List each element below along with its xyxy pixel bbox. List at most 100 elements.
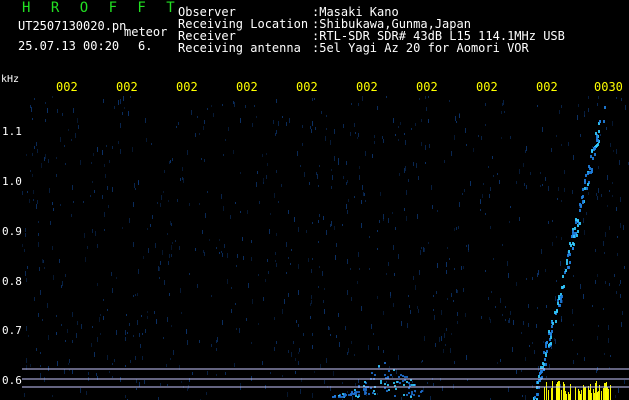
echo-point xyxy=(411,391,413,393)
noise-speck xyxy=(429,144,430,148)
noise-speck xyxy=(222,253,223,257)
burst-line xyxy=(590,388,591,400)
noise-speck xyxy=(597,336,598,340)
y-tick-label: 1.0 xyxy=(2,175,22,188)
noise-speck xyxy=(120,149,121,154)
noise-speck xyxy=(418,309,419,313)
noise-speck xyxy=(331,186,332,189)
noise-speck xyxy=(26,278,27,282)
noise-speck xyxy=(91,162,92,164)
noise-speck xyxy=(447,247,448,249)
antenna-value: :5el Yagi Az 20 for Aomori VOR xyxy=(312,41,529,55)
noise-speck xyxy=(347,391,348,393)
noise-speck xyxy=(240,211,241,213)
noise-speck xyxy=(579,206,580,208)
noise-speck xyxy=(480,209,481,211)
noise-speck xyxy=(206,392,207,395)
noise-speck xyxy=(421,247,422,249)
noise-speck xyxy=(347,259,348,264)
noise-speck xyxy=(396,369,397,374)
noise-speck xyxy=(526,146,527,151)
noise-speck xyxy=(33,199,34,201)
noise-speck xyxy=(509,318,510,323)
noise-speck xyxy=(388,262,389,266)
noise-speck xyxy=(96,373,97,376)
noise-speck xyxy=(168,261,169,265)
noise-speck xyxy=(620,197,621,202)
noise-speck xyxy=(481,136,482,140)
noise-speck xyxy=(373,333,374,335)
noise-speck xyxy=(435,343,436,347)
noise-speck xyxy=(129,218,130,223)
echo-point xyxy=(598,130,600,133)
noise-speck xyxy=(205,213,206,218)
noise-speck xyxy=(315,127,316,130)
noise-speck xyxy=(468,244,469,246)
noise-speck xyxy=(398,355,399,360)
y-axis-unit: kHz xyxy=(1,74,20,85)
noise-speck xyxy=(71,139,72,141)
noise-speck xyxy=(317,174,318,179)
noise-speck xyxy=(207,108,208,110)
noise-speck xyxy=(187,340,188,345)
noise-speck xyxy=(92,229,93,233)
noise-speck xyxy=(103,99,104,103)
noise-speck xyxy=(361,306,362,311)
noise-speck xyxy=(319,214,320,217)
burst-line xyxy=(594,393,595,400)
noise-speck xyxy=(135,356,136,360)
noise-speck xyxy=(592,305,593,307)
noise-speck xyxy=(616,207,617,211)
noise-speck xyxy=(36,348,37,351)
noise-speck xyxy=(426,107,427,111)
noise-speck xyxy=(311,295,312,299)
noise-speck xyxy=(359,166,360,169)
noise-speck xyxy=(347,352,348,355)
noise-speck xyxy=(25,228,26,232)
noise-speck xyxy=(104,212,105,217)
noise-speck xyxy=(455,116,456,121)
noise-speck xyxy=(459,202,460,207)
echo-point xyxy=(579,209,581,212)
noise-speck xyxy=(274,193,275,198)
echo-point xyxy=(411,384,413,386)
noise-speck xyxy=(158,266,159,271)
noise-speck xyxy=(209,239,210,241)
echo-point xyxy=(413,384,415,386)
noise-speck xyxy=(578,104,579,107)
echo-point xyxy=(374,393,376,395)
noise-speck xyxy=(203,250,204,253)
noise-speck xyxy=(180,288,181,293)
echo-point xyxy=(364,391,366,393)
noise-speck xyxy=(364,193,365,196)
noise-speck xyxy=(286,122,287,126)
noise-speck xyxy=(372,154,373,158)
noise-speck xyxy=(152,215,153,219)
noise-speck xyxy=(510,136,511,139)
noise-speck xyxy=(534,350,535,354)
noise-speck xyxy=(116,277,117,279)
noise-speck xyxy=(233,101,234,104)
noise-speck xyxy=(34,297,35,301)
noise-speck xyxy=(445,344,446,346)
echo-point xyxy=(557,302,559,305)
noise-speck xyxy=(416,163,417,168)
noise-speck xyxy=(128,111,129,116)
noise-speck xyxy=(276,263,277,267)
noise-speck xyxy=(620,294,621,298)
echo-point xyxy=(584,181,586,184)
echo-point xyxy=(380,382,382,384)
noise-speck xyxy=(466,144,467,146)
noise-speck xyxy=(251,342,252,344)
noise-speck xyxy=(357,137,358,139)
noise-speck xyxy=(417,214,418,219)
noise-speck xyxy=(331,221,332,226)
noise-speck xyxy=(142,333,143,335)
noise-speck xyxy=(468,249,469,252)
noise-speck xyxy=(183,178,184,183)
noise-speck xyxy=(197,284,198,288)
noise-speck xyxy=(284,299,285,304)
noise-speck xyxy=(516,370,517,374)
noise-speck xyxy=(61,324,62,326)
noise-speck xyxy=(120,123,121,128)
